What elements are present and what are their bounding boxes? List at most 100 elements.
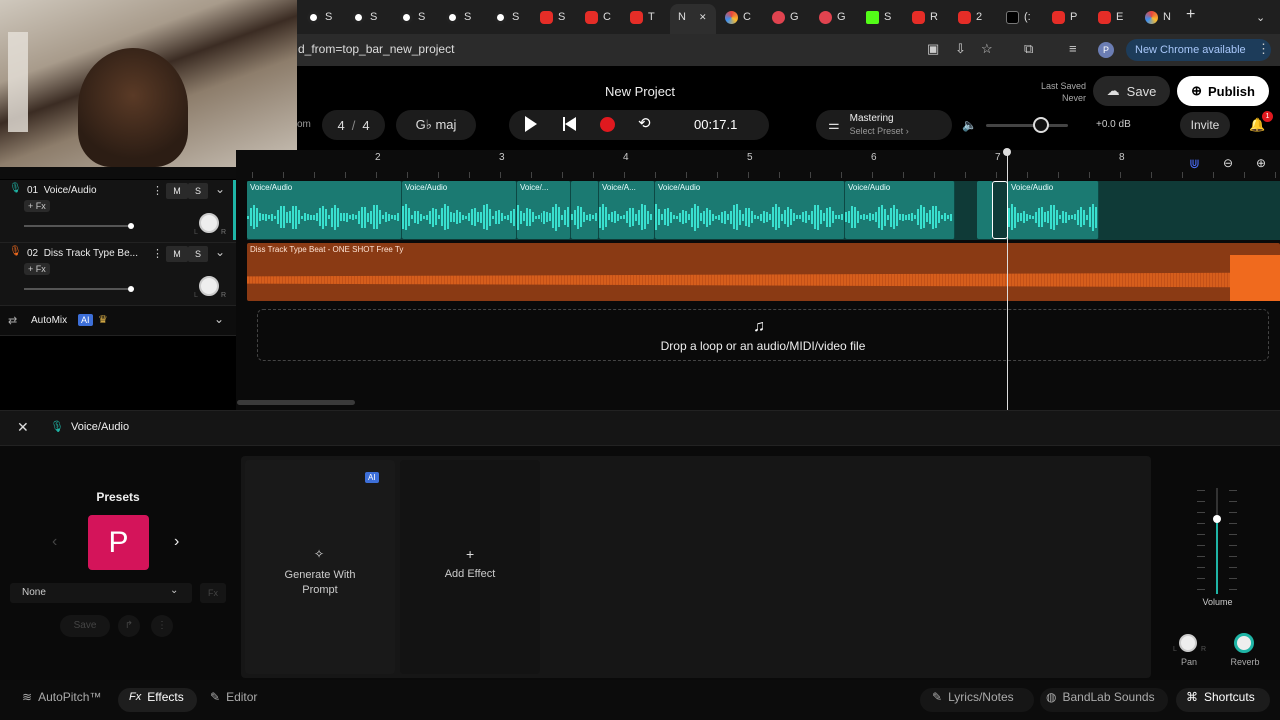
track-pan-knob[interactable] [199, 276, 219, 296]
browser-tab[interactable]: R [912, 6, 938, 28]
browser-tab[interactable]: S [866, 6, 891, 28]
lyrics-notes-tab[interactable]: ✎ Lyrics/Notes [932, 690, 1014, 704]
speaker-icon[interactable]: 🔈 [962, 118, 977, 132]
preset-thumbnail[interactable]: P [88, 515, 149, 570]
media-control-icon[interactable]: ≡ [1069, 41, 1077, 56]
master-volume-handle[interactable] [1033, 117, 1049, 133]
track-expand-chevron-icon[interactable]: ⌄ [215, 182, 225, 196]
voice-clip[interactable]: Voice/Audio [655, 181, 845, 239]
preset-dropdown[interactable]: None ⌄ [10, 583, 192, 603]
browser-tab[interactable]: E [1098, 6, 1123, 28]
voice-clip[interactable]: Voice/Audio [402, 181, 517, 239]
mute-button[interactable]: M [166, 246, 188, 262]
reverb-knob[interactable] [1234, 633, 1254, 653]
preset-next-icon[interactable]: › [174, 533, 179, 551]
zoom-out-icon[interactable]: ⊖ [1223, 156, 1233, 170]
automix-chevron-icon[interactable]: ⌄ [214, 312, 224, 326]
preset-save-button[interactable]: Save [60, 615, 110, 637]
track-name[interactable]: 01 Voice/Audio [27, 185, 97, 196]
close-tab-icon[interactable]: ✕ [699, 12, 707, 23]
voice-clip[interactable]: Voice/A... [599, 181, 655, 239]
save-button[interactable]: ☁ Save [1093, 76, 1170, 106]
bookmark-star-icon[interactable]: ☆ [981, 41, 993, 57]
project-title[interactable]: New Project [297, 84, 983, 99]
track-fx-button[interactable]: + Fx [24, 200, 50, 212]
browser-tab[interactable]: T [630, 6, 655, 28]
track-volume-handle[interactable] [128, 286, 134, 292]
automix-row[interactable]: ⇄ AutoMix AI ♛ ⌄ [0, 306, 236, 336]
horizontal-scrollbar[interactable] [237, 400, 355, 405]
time-signature[interactable]: 4/4 [322, 110, 385, 140]
profile-avatar[interactable]: P [1098, 42, 1114, 58]
publish-button[interactable]: ⊕ Publish [1177, 76, 1269, 106]
preset-share-icon[interactable]: ↱ [118, 615, 140, 637]
browser-tab[interactable]: C [585, 6, 611, 28]
play-icon[interactable] [525, 116, 537, 132]
cast-icon[interactable]: ▣ [927, 41, 939, 57]
browser-tab[interactable]: S [446, 6, 471, 28]
track-volume-slider[interactable] [24, 286, 134, 292]
tab-search-chevron-icon[interactable]: ⌄ [1256, 6, 1265, 28]
key-selector[interactable]: G♭ maj [396, 110, 476, 140]
install-icon[interactable]: ⇩ [955, 41, 966, 57]
bandlab-sounds-tab[interactable]: ◍ BandLab Sounds [1046, 690, 1155, 704]
volume-fader-handle[interactable] [1213, 515, 1221, 523]
add-track-strip[interactable] [0, 167, 236, 179]
mastering-selector[interactable]: ⚌ Mastering Select Preset › [816, 110, 952, 140]
zoom-in-icon[interactable]: ⊕ [1256, 156, 1266, 170]
playhead-handle[interactable] [1003, 148, 1011, 156]
extensions-icon[interactable]: ⧉ [1024, 41, 1033, 57]
solo-button[interactable]: S [188, 246, 208, 262]
track-fx-button[interactable]: + Fx [24, 263, 50, 275]
track-name[interactable]: 02 Diss Track Type Be... [27, 248, 138, 259]
new-chrome-available-button[interactable]: New Chrome available [1126, 39, 1271, 61]
chrome-menu-icon[interactable]: ⋮ [1257, 41, 1270, 57]
track-pan-knob[interactable] [199, 213, 219, 233]
track-row[interactable]: 🎙 01 Voice/Audio + Fx ⋮ M S ⌄ L R [0, 180, 236, 243]
pan-knob[interactable] [1179, 634, 1197, 652]
track-more-icon[interactable]: ⋮ [152, 184, 163, 197]
snap-magnet-icon[interactable]: ⋓ [1189, 156, 1200, 172]
add-effect-slot[interactable] [400, 460, 540, 674]
browser-tab[interactable]: G [819, 6, 846, 28]
generate-with-prompt-slot[interactable] [245, 460, 395, 674]
voice-clip[interactable]: Voice/Audio [247, 181, 402, 239]
voice-clip[interactable]: Voice/Audio [1008, 181, 1099, 239]
browser-tab[interactable]: (: [1006, 6, 1031, 28]
browser-tab[interactable]: S [494, 6, 519, 28]
track-row[interactable]: 🎙 02 Diss Track Type Be... + Fx ⋮ M S ⌄ L R [0, 243, 236, 306]
voice-clip[interactable] [977, 181, 993, 239]
close-editor-icon[interactable]: ✕ [17, 419, 29, 436]
browser-tab[interactable]: N ✕ [678, 6, 707, 28]
track-more-icon[interactable]: ⋮ [152, 247, 163, 260]
preset-more-icon[interactable]: ⋮ [151, 615, 173, 637]
record-icon[interactable] [600, 117, 615, 132]
browser-tab[interactable]: P [1052, 6, 1077, 28]
preset-prev-icon[interactable]: ‹ [52, 533, 57, 551]
mute-button[interactable]: M [166, 183, 188, 199]
master-volume-slider[interactable] [986, 124, 1068, 127]
new-tab-button[interactable]: + [1186, 4, 1195, 26]
beat-clip[interactable]: Diss Track Type Beat - ONE SHOT Free Ty [247, 243, 1280, 301]
solo-button[interactable]: S [188, 183, 208, 199]
browser-tab[interactable]: S [307, 6, 332, 28]
browser-tab[interactable]: N [1145, 6, 1171, 28]
autopitch-tab[interactable]: ≋ AutoPitch™ [22, 690, 101, 704]
voice-clip[interactable] [571, 181, 599, 239]
effects-tab[interactable]: Fx Effects [129, 690, 184, 704]
invite-button[interactable]: Invite [1180, 112, 1230, 138]
browser-tab[interactable]: S [540, 6, 565, 28]
track-volume-handle[interactable] [128, 223, 134, 229]
browser-tab[interactable]: G [772, 6, 799, 28]
selected-clip-outline[interactable] [992, 181, 1008, 239]
browser-tab[interactable]: 2 [958, 6, 982, 28]
loop-icon[interactable]: ⟲ [638, 114, 651, 132]
browser-tab[interactable]: S [352, 6, 377, 28]
voice-clip[interactable]: Voice/... [517, 181, 571, 239]
bpm-fragment[interactable]: om [297, 119, 311, 130]
skip-back-icon[interactable] [563, 117, 577, 131]
browser-tab[interactable]: C [725, 6, 751, 28]
url-text[interactable]: d_from=top_bar_new_project [298, 42, 454, 56]
track-expand-chevron-icon[interactable]: ⌄ [215, 245, 225, 259]
preset-fx-button[interactable]: Fx [200, 583, 226, 603]
